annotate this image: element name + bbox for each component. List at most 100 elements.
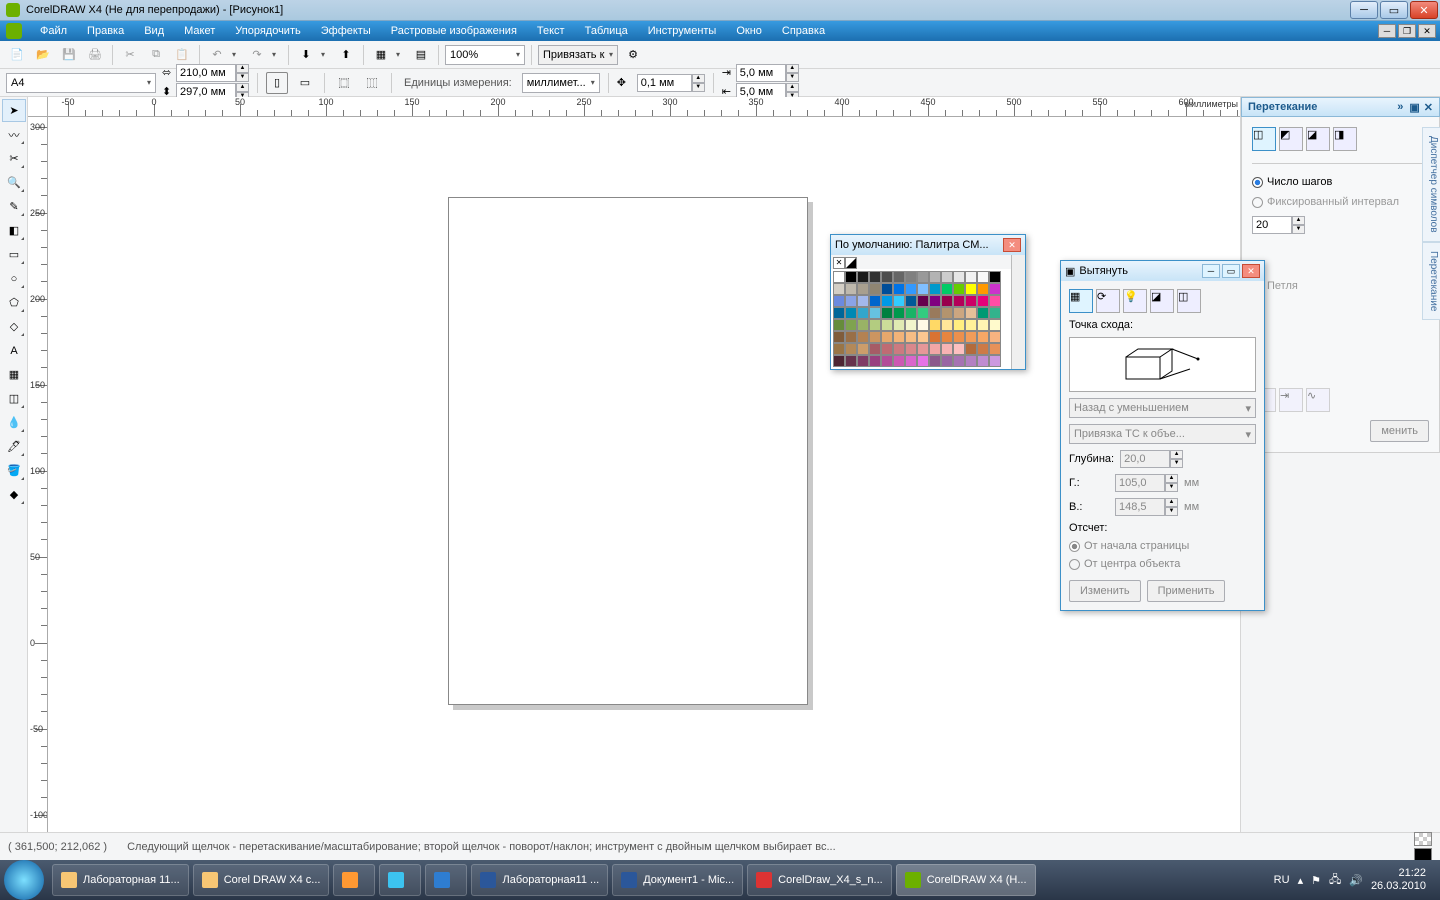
color-swatch[interactable] bbox=[941, 355, 953, 367]
color-swatch[interactable] bbox=[917, 355, 929, 367]
color-swatch[interactable] bbox=[833, 343, 845, 355]
color-swatch[interactable] bbox=[857, 319, 869, 331]
menu-Таблица[interactable]: Таблица bbox=[575, 25, 638, 37]
zoom-tool[interactable]: 🔍 bbox=[2, 171, 26, 194]
text-tool[interactable]: A bbox=[2, 339, 26, 362]
extrude-rotation-tab[interactable]: ⟳ bbox=[1096, 289, 1120, 313]
tray-up-icon[interactable]: ▴ bbox=[1298, 874, 1304, 887]
fill-swatch[interactable] bbox=[1414, 832, 1432, 846]
color-swatch[interactable] bbox=[917, 343, 929, 355]
taskbar-item[interactable] bbox=[379, 864, 421, 896]
color-swatch[interactable] bbox=[965, 271, 977, 283]
color-swatch[interactable] bbox=[941, 271, 953, 283]
crop-tool[interactable]: ✂ bbox=[2, 147, 26, 170]
color-swatch[interactable] bbox=[905, 343, 917, 355]
color-swatch[interactable] bbox=[989, 307, 1001, 319]
color-swatch[interactable] bbox=[989, 355, 1001, 367]
blend-steps-field[interactable]: ▲▼ bbox=[1252, 216, 1429, 234]
color-swatch[interactable] bbox=[965, 355, 977, 367]
menu-Текст[interactable]: Текст bbox=[527, 25, 575, 37]
color-swatch[interactable] bbox=[881, 271, 893, 283]
extrude-edit-button[interactable]: Изменить bbox=[1069, 580, 1141, 602]
color-swatch[interactable] bbox=[833, 295, 845, 307]
start-button[interactable] bbox=[4, 860, 44, 900]
tray-flag-icon[interactable]: ⚑ bbox=[1311, 874, 1321, 887]
blend-path-end-button[interactable]: ⇥ bbox=[1279, 388, 1303, 412]
page-width-field[interactable]: ⬄▲▼ bbox=[162, 64, 249, 82]
mdi-close-button[interactable]: ✕ bbox=[1418, 24, 1436, 38]
extrude-color-tab[interactable]: ◪ bbox=[1150, 289, 1174, 313]
color-swatch[interactable] bbox=[869, 343, 881, 355]
blend-steps-radio[interactable]: Число шагов bbox=[1252, 176, 1429, 188]
language-indicator[interactable]: RU bbox=[1274, 874, 1290, 886]
color-swatch[interactable] bbox=[989, 319, 1001, 331]
extrude-vp-lock-combo[interactable]: Привязка ТС к объе...▾ bbox=[1069, 424, 1256, 444]
color-palette-window[interactable]: По умолчанию: Палитра СМ... ✕ ✕ bbox=[830, 234, 1026, 370]
taskbar-item[interactable] bbox=[333, 864, 375, 896]
palette-scrollbar[interactable] bbox=[1011, 255, 1025, 369]
portrait-button[interactable]: ▯ bbox=[266, 72, 288, 94]
current-page-button[interactable]: ⿲ bbox=[361, 72, 383, 94]
color-swatch[interactable] bbox=[869, 283, 881, 295]
color-swatch[interactable] bbox=[917, 271, 929, 283]
fill-tool[interactable]: 🪣 bbox=[2, 459, 26, 482]
outline-tool[interactable]: 🖊 bbox=[2, 435, 26, 458]
origin-object-radio[interactable]: От центра объекта bbox=[1069, 558, 1256, 570]
color-swatch[interactable] bbox=[869, 271, 881, 283]
blend-loop-checkbox[interactable]: Петля bbox=[1252, 280, 1429, 292]
cut-button[interactable]: ✂ bbox=[119, 44, 141, 66]
color-swatch[interactable] bbox=[929, 271, 941, 283]
color-swatch[interactable] bbox=[857, 331, 869, 343]
color-swatch[interactable] bbox=[977, 271, 989, 283]
extrude-close-button[interactable]: ✕ bbox=[1242, 264, 1260, 278]
menu-Окно[interactable]: Окно bbox=[726, 25, 772, 37]
color-swatch[interactable] bbox=[917, 319, 929, 331]
window-close-button[interactable]: ✕ bbox=[1410, 1, 1438, 19]
color-swatch[interactable] bbox=[845, 331, 857, 343]
menu-Файл[interactable]: Файл bbox=[30, 25, 77, 37]
print-button[interactable]: 🖨 bbox=[84, 44, 106, 66]
color-swatch[interactable] bbox=[881, 307, 893, 319]
export-button[interactable]: ⬆ bbox=[335, 44, 357, 66]
color-swatch[interactable] bbox=[833, 355, 845, 367]
color-swatch[interactable] bbox=[845, 343, 857, 355]
color-swatch[interactable] bbox=[893, 283, 905, 295]
origin-page-radio[interactable]: От начала страницы bbox=[1069, 540, 1256, 552]
color-swatch[interactable] bbox=[845, 271, 857, 283]
color-swatch[interactable] bbox=[977, 283, 989, 295]
h-field[interactable]: ▲▼ bbox=[1115, 474, 1178, 492]
save-button[interactable]: 💾 bbox=[58, 44, 80, 66]
extrude-window[interactable]: ▣ Вытянуть ─ ▭ ✕ ▦ ⟳ 💡 ◪ ◫ Точка схода: … bbox=[1060, 260, 1265, 611]
taskbar-item[interactable]: Лабораторная11 ... bbox=[471, 864, 608, 896]
basic-shapes-tool[interactable]: ◇ bbox=[2, 315, 26, 338]
window-minimize-button[interactable]: ─ bbox=[1350, 1, 1378, 19]
color-swatch[interactable] bbox=[977, 343, 989, 355]
palette-title-bar[interactable]: По умолчанию: Палитра СМ... ✕ bbox=[831, 235, 1025, 255]
options-button[interactable]: ⚙ bbox=[622, 44, 644, 66]
app-launcher-button[interactable]: ▦ bbox=[370, 44, 392, 66]
color-swatch[interactable] bbox=[881, 331, 893, 343]
menu-Правка[interactable]: Правка bbox=[77, 25, 134, 37]
color-swatch[interactable] bbox=[881, 283, 893, 295]
color-swatch[interactable] bbox=[905, 271, 917, 283]
color-swatch[interactable] bbox=[929, 307, 941, 319]
color-swatch[interactable] bbox=[917, 331, 929, 343]
welcome-screen-button[interactable]: ▤ bbox=[410, 44, 432, 66]
color-swatch[interactable] bbox=[953, 355, 965, 367]
blend-docker-title[interactable]: Перетекание » ▣ ✕ bbox=[1241, 97, 1440, 117]
pick-tool[interactable]: ➤ bbox=[2, 99, 26, 122]
copy-button[interactable]: ⧉ bbox=[145, 44, 167, 66]
nudge-field[interactable]: ▲▼ bbox=[637, 74, 705, 92]
landscape-button[interactable]: ▭ bbox=[294, 72, 316, 94]
color-swatch[interactable] bbox=[881, 355, 893, 367]
taskbar-item[interactable]: Лабораторная 11... bbox=[52, 864, 189, 896]
mdi-minimize-button[interactable]: ─ bbox=[1378, 24, 1396, 38]
duplicate-x-field[interactable]: ⇥▲▼ bbox=[722, 64, 799, 82]
table-tool[interactable]: ▦ bbox=[2, 363, 26, 386]
interactive-fill-tool[interactable]: ◆ bbox=[2, 483, 26, 506]
color-swatch[interactable] bbox=[893, 295, 905, 307]
interactive-blend-tool[interactable]: ◫ bbox=[2, 387, 26, 410]
color-swatch[interactable] bbox=[857, 271, 869, 283]
extrude-light-tab[interactable]: 💡 bbox=[1123, 289, 1147, 313]
eyedropper-tool[interactable]: 💧 bbox=[2, 411, 26, 434]
